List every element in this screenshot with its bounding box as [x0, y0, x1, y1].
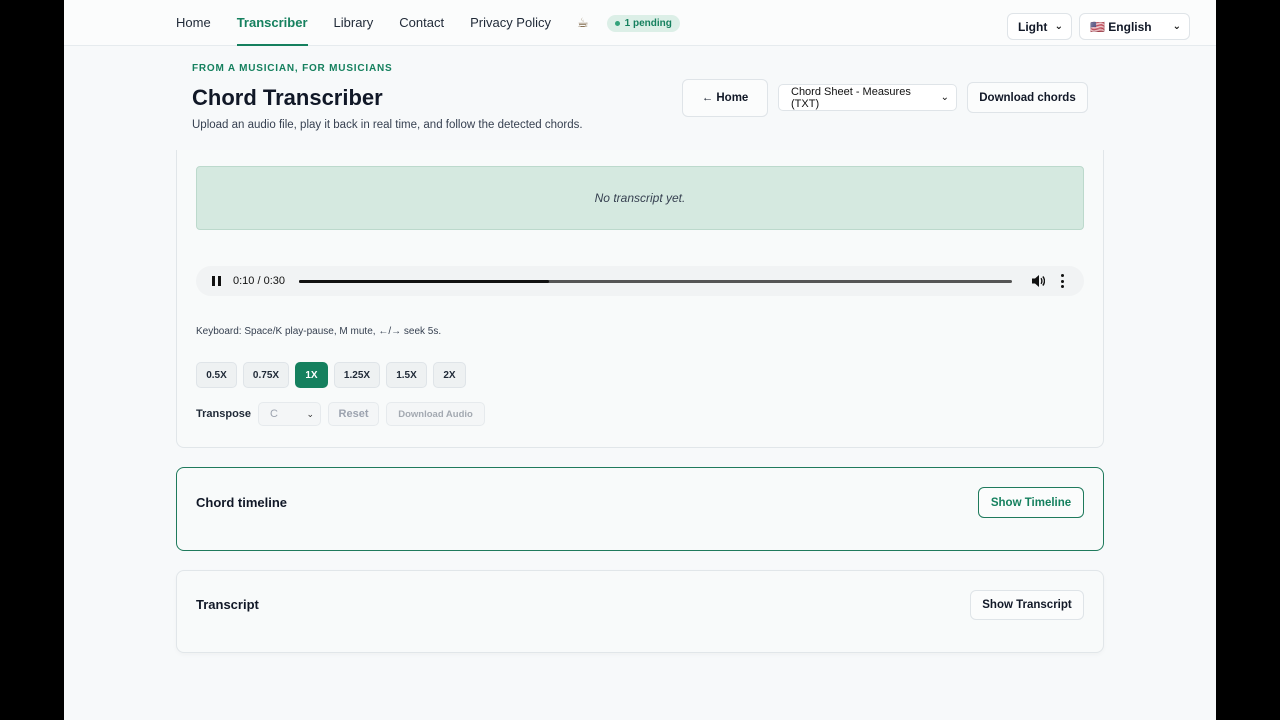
chord-timeline-title: Chord timeline [196, 495, 288, 510]
playback-speed-group: 0.5X 0.75X 1X 1.25X 1.5X 2X [196, 362, 466, 388]
chevron-down-icon: ⌄ [1172, 21, 1181, 32]
transcript-title: Transcript [196, 597, 259, 612]
speed-1x-button[interactable]: 1X [295, 362, 328, 388]
chevron-down-icon: ⌄ [306, 408, 315, 419]
eyebrow-text: FROM A MUSICIAN, FOR MUSICIANS [192, 63, 393, 74]
audio-player[interactable]: 0:10 / 0:30 [196, 266, 1084, 296]
main-nav: Home Transcriber Library Contact Privacy… [176, 0, 680, 46]
volume-icon[interactable] [1031, 273, 1045, 289]
transcript-card: Transcript Show Transcript [176, 570, 1104, 653]
nav-library[interactable]: Library [334, 0, 374, 46]
transpose-key-value: C [270, 408, 278, 420]
chord-timeline-card: Chord timeline Show Timeline [176, 467, 1104, 551]
page: Home Transcriber Library Contact Privacy… [64, 0, 1216, 720]
player-panel: No transcript yet. 0:10 / 0:30 Keyboard:… [176, 150, 1104, 448]
transcript-placeholder: No transcript yet. [196, 166, 1084, 230]
seek-bar-progress [299, 280, 549, 283]
page-title: Chord Transcriber [192, 85, 383, 110]
nav-privacy-policy[interactable]: Privacy Policy [470, 0, 551, 46]
more-options-icon[interactable] [1060, 274, 1064, 288]
export-format-value: Chord Sheet - Measures (TXT) [791, 85, 911, 110]
download-chords-button[interactable]: Download chords [967, 82, 1088, 113]
export-format-select[interactable]: Chord Sheet - Measures (TXT) ⌄ [778, 84, 957, 111]
pending-label: 1 pending [624, 17, 672, 29]
transpose-label: Transpose [196, 408, 252, 420]
reset-button[interactable]: Reset [328, 402, 380, 426]
transpose-row: Transpose C ⌄ Reset Download Audio [196, 402, 486, 426]
nav-home[interactable]: Home [176, 0, 211, 46]
top-navbar: Home Transcriber Library Contact Privacy… [64, 0, 1216, 46]
language-value: 🇺🇸 English [1090, 19, 1152, 34]
keyboard-hint: Keyboard: Space/K play-pause, M mute, ←/… [196, 326, 442, 337]
pause-icon[interactable] [212, 276, 221, 286]
nav-transcriber[interactable]: Transcriber [236, 0, 308, 46]
seek-bar[interactable] [299, 280, 1012, 283]
download-audio-button[interactable]: Download Audio [386, 402, 486, 426]
speed-0.75x-button[interactable]: 0.75X [243, 362, 289, 388]
theme-value: Light [1018, 19, 1048, 34]
chevron-down-icon: ⌄ [1054, 21, 1063, 32]
status-dot-icon [614, 20, 620, 26]
nav-contact[interactable]: Contact [399, 0, 444, 46]
show-timeline-button[interactable]: Show Timeline [978, 487, 1084, 518]
speed-1.5x-button[interactable]: 1.5X [386, 362, 427, 388]
theme-select[interactable]: Light ⌄ [1007, 13, 1072, 40]
page-subtitle: Upload an audio file, play it back in re… [192, 119, 583, 131]
speed-1.25x-button[interactable]: 1.25X [334, 362, 380, 388]
playback-time: 0:10 / 0:30 [233, 275, 285, 287]
home-button[interactable]: ← Home [682, 79, 768, 117]
coffee-icon[interactable]: ☕ [577, 15, 589, 31]
chevron-down-icon: ⌄ [940, 92, 949, 103]
language-select[interactable]: 🇺🇸 English ⌄ [1079, 13, 1190, 40]
transpose-key-select[interactable]: C ⌄ [258, 402, 322, 426]
speed-2x-button[interactable]: 2X [433, 362, 466, 388]
pending-badge[interactable]: 1 pending [606, 14, 680, 32]
show-transcript-button[interactable]: Show Transcript [970, 590, 1084, 620]
speed-0.5x-button[interactable]: 0.5X [196, 362, 237, 388]
